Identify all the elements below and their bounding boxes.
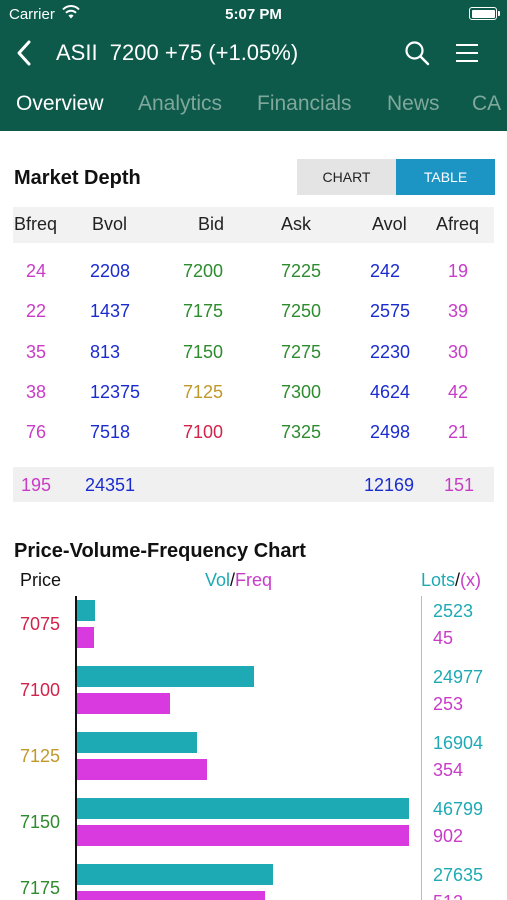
depth-cell-avol: 2230 — [370, 342, 411, 362]
depth-cell-bfreq: 24 — [26, 261, 47, 281]
vol-value-label: 27635 — [433, 865, 484, 885]
depth-cell-afreq: 19 — [448, 261, 469, 281]
legend-x: (x) — [460, 570, 482, 590]
depth-cell-ask: 7225 — [281, 261, 322, 281]
freq-bar — [77, 627, 94, 648]
vol-bar — [77, 732, 197, 753]
header-avol: Avol — [372, 214, 407, 234]
depth-cell-bid: 7100 — [183, 422, 224, 442]
chart-right-divider — [421, 596, 422, 900]
status-bar: Carrier 5:07 PM — [0, 0, 507, 30]
header-bid: Bid — [198, 214, 225, 234]
depth-cell-bfreq: 35 — [26, 342, 47, 362]
depth-cell-avol: 2575 — [370, 301, 411, 321]
price-label: 7125 — [20, 746, 61, 766]
depth-cell-bvol: 813 — [90, 342, 121, 362]
depth-cell-afreq: 42 — [448, 382, 469, 402]
battery-icon — [469, 7, 500, 20]
tab-ca[interactable]: CA — [472, 92, 501, 116]
freq-bar — [77, 759, 208, 780]
freq-bar — [77, 693, 171, 714]
depth-header-row — [13, 207, 494, 243]
market-depth-title: Market Depth — [14, 167, 141, 189]
depth-cell-bid: 7150 — [183, 342, 224, 362]
total-bvol: 24351 — [85, 475, 136, 495]
price-label: 7100 — [20, 680, 61, 700]
vol-value-label: 2523 — [433, 601, 474, 621]
lots-x-legend: Lots/(x) — [421, 570, 481, 591]
header-ask: Ask — [281, 214, 312, 234]
total-avol: 12169 — [364, 475, 415, 495]
depth-cell-avol: 2498 — [370, 422, 411, 442]
depth-cell-bfreq: 38 — [26, 382, 47, 402]
depth-cell-avol: 242 — [370, 261, 401, 281]
back-arrow-icon[interactable] — [12, 39, 38, 67]
price-label: 7150 — [20, 812, 61, 832]
freq-value-label: 354 — [433, 760, 464, 780]
legend-lots: Lots — [421, 570, 456, 590]
tab-financials[interactable]: Financials — [257, 92, 352, 116]
depth-cell-bfreq: 76 — [26, 422, 47, 442]
price-label: 7175 — [20, 878, 61, 898]
nav-bar: ASII 7200 +75 (+1.05%) — [0, 30, 507, 76]
legend-vol: Vol — [205, 570, 231, 590]
stock-title: ASII 7200 +75 (+1.05%) — [56, 40, 299, 65]
vol-freq-legend: Vol/Freq — [205, 570, 272, 591]
pvf-chart-title: Price-Volume-Frequency Chart — [14, 540, 306, 562]
depth-cell-ask: 7325 — [281, 422, 322, 442]
tab-overview[interactable]: Overview — [16, 92, 104, 116]
depth-cell-ask: 7250 — [281, 301, 322, 321]
freq-value-label: 512 — [433, 892, 463, 900]
depth-cell-afreq: 30 — [448, 342, 469, 362]
menu-icon[interactable] — [454, 42, 480, 64]
depth-cell-bvol: 7518 — [90, 422, 131, 442]
depth-cell-ask: 7275 — [281, 342, 322, 362]
clock: 5:07 PM — [225, 6, 282, 23]
total-afreq: 151 — [444, 475, 475, 495]
vol-bar — [77, 666, 255, 687]
depth-cell-bid: 7125 — [183, 382, 224, 402]
depth-cell-afreq: 39 — [448, 301, 469, 321]
tab-analytics[interactable]: Analytics — [138, 92, 222, 116]
vol-value-label: 24977 — [433, 667, 484, 687]
depth-cell-afreq: 21 — [448, 422, 469, 442]
view-toggle: CHART TABLE — [297, 159, 495, 195]
search-icon[interactable] — [404, 40, 430, 66]
tab-bar: Overview Analytics Financials News CA — [0, 84, 507, 126]
header-afreq: Afreq — [436, 214, 480, 234]
depth-cell-bvol: 12375 — [90, 382, 141, 402]
price-column-header: Price — [20, 570, 62, 590]
depth-cell-ask: 7300 — [281, 382, 322, 402]
vol-value-label: 46799 — [433, 799, 484, 819]
depth-cell-avol: 4624 — [370, 382, 411, 402]
header-bfreq: Bfreq — [14, 214, 58, 234]
depth-cell-bid: 7175 — [183, 301, 224, 321]
freq-bar — [77, 891, 266, 900]
freq-value-label: 902 — [433, 826, 464, 846]
vol-value-label: 16904 — [433, 733, 484, 753]
header-bvol: Bvol — [92, 214, 128, 234]
freq-bar — [77, 825, 409, 846]
vol-bar — [77, 864, 274, 885]
depth-cell-bvol: 2208 — [90, 261, 131, 281]
depth-cell-bid: 7200 — [183, 261, 224, 281]
top-header: Carrier 5:07 PM ASII 7200 +75 (+1.05%) O… — [0, 0, 507, 131]
vol-bar — [77, 600, 95, 621]
depth-cell-bfreq: 22 — [26, 301, 47, 321]
chart-toggle-button[interactable]: CHART — [297, 159, 396, 195]
freq-value-label: 45 — [433, 628, 454, 648]
vol-bar — [77, 798, 409, 819]
total-bfreq: 195 — [21, 475, 52, 495]
price-label: 7075 — [20, 614, 61, 634]
table-toggle-button[interactable]: TABLE — [396, 159, 495, 195]
tab-news[interactable]: News — [387, 92, 440, 116]
legend-freq: Freq — [235, 570, 273, 590]
freq-value-label: 253 — [433, 694, 464, 714]
depth-cell-bvol: 1437 — [90, 301, 131, 321]
